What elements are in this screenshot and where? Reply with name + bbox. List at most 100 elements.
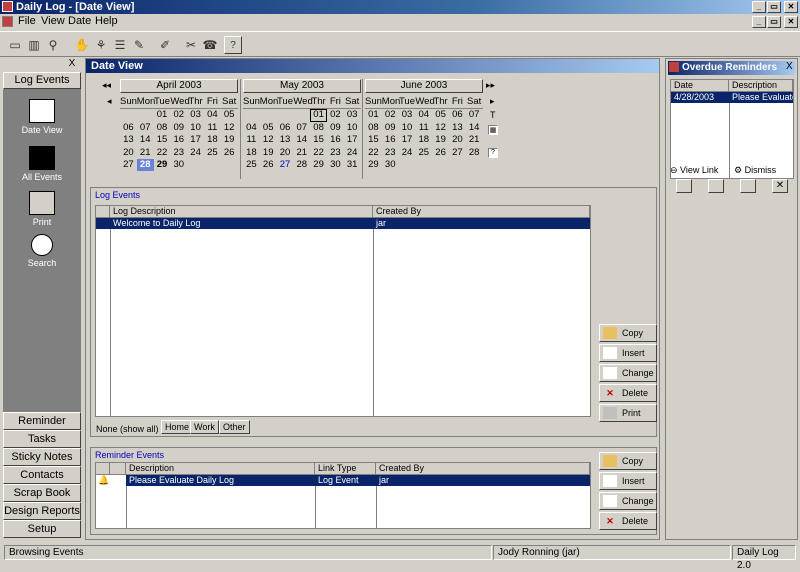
month-header[interactable]: April 2003 bbox=[120, 79, 238, 93]
day-cell[interactable]: 08 bbox=[365, 122, 382, 134]
table-row[interactable]: 4/28/2003 Please Evaluate bbox=[671, 92, 793, 103]
day-cell[interactable]: 02 bbox=[382, 109, 399, 121]
day-cell[interactable]: 12 bbox=[432, 122, 449, 134]
nav-tasks[interactable]: Tasks bbox=[3, 430, 81, 448]
day-cell[interactable]: 24 bbox=[344, 147, 361, 159]
day-cell[interactable]: 21 bbox=[466, 134, 483, 146]
insert-icon[interactable] bbox=[708, 179, 724, 193]
delete-icon[interactable]: ✕ bbox=[772, 179, 788, 193]
day-cell[interactable]: 01 bbox=[365, 109, 382, 121]
day-cell[interactable]: 14 bbox=[466, 122, 483, 134]
day-cell[interactable]: 27 bbox=[277, 159, 294, 171]
day-cell[interactable]: 09 bbox=[382, 122, 399, 134]
copy-icon[interactable] bbox=[676, 179, 692, 193]
day-cell[interactable]: 16 bbox=[327, 134, 344, 146]
tab-home[interactable]: Home bbox=[161, 420, 194, 434]
day-cell[interactable]: 10 bbox=[187, 122, 204, 134]
change-button[interactable]: Change bbox=[599, 364, 657, 382]
day-cell[interactable]: 18 bbox=[243, 147, 260, 159]
day-cell[interactable]: 20 bbox=[120, 147, 137, 159]
day-cell[interactable]: 04 bbox=[415, 109, 432, 121]
reminder-insert-button[interactable]: Insert bbox=[599, 472, 657, 490]
day-cell[interactable]: 11 bbox=[204, 122, 221, 134]
day-cell[interactable]: 07 bbox=[293, 122, 310, 134]
day-cell[interactable]: 29 bbox=[365, 159, 382, 171]
hand-icon[interactable]: ✋ bbox=[73, 36, 91, 54]
book-icon[interactable]: ▥ bbox=[25, 36, 43, 54]
day-cell[interactable]: 28 bbox=[293, 159, 310, 171]
day-cell[interactable]: 30 bbox=[382, 159, 399, 171]
day-cell[interactable]: 23 bbox=[327, 147, 344, 159]
reminder-copy-button[interactable]: Copy bbox=[599, 452, 657, 470]
column-header[interactable]: Description bbox=[729, 80, 793, 92]
today-button[interactable]: T bbox=[490, 110, 496, 120]
day-cell[interactable]: 06 bbox=[449, 109, 466, 121]
minimize-button[interactable]: _ bbox=[752, 1, 766, 13]
day-cell[interactable]: 04 bbox=[243, 122, 260, 134]
day-cell[interactable]: 22 bbox=[154, 147, 171, 159]
next-month-icon[interactable]: ▸ bbox=[490, 96, 495, 107]
day-cell[interactable]: 05 bbox=[260, 122, 277, 134]
day-cell[interactable]: 09 bbox=[327, 122, 344, 134]
help-small-icon[interactable]: ? bbox=[488, 148, 498, 158]
nav-setup[interactable]: Setup bbox=[3, 520, 81, 538]
day-cell[interactable]: 18 bbox=[415, 134, 432, 146]
day-cell[interactable]: 16 bbox=[382, 134, 399, 146]
day-cell[interactable]: 19 bbox=[260, 147, 277, 159]
day-cell[interactable]: 11 bbox=[415, 122, 432, 134]
child-minimize-button[interactable]: _ bbox=[752, 16, 766, 28]
tab-work[interactable]: Work bbox=[190, 420, 219, 434]
day-cell[interactable]: 07 bbox=[466, 109, 483, 121]
reminder-change-button[interactable]: Change bbox=[599, 492, 657, 510]
day-cell[interactable]: 02 bbox=[327, 109, 344, 121]
day-cell[interactable]: 04 bbox=[204, 109, 221, 121]
table-row[interactable]: Welcome to Daily Log jar bbox=[96, 218, 590, 229]
day-cell[interactable]: 13 bbox=[120, 134, 137, 146]
day-cell[interactable]: 25 bbox=[243, 159, 260, 171]
delete-button[interactable]: ✕ Delete bbox=[599, 384, 657, 402]
column-header[interactable]: Description bbox=[126, 463, 315, 475]
maximize-button[interactable]: ▭ bbox=[767, 1, 781, 13]
day-cell[interactable]: 03 bbox=[344, 109, 361, 121]
day-cell[interactable]: 09 bbox=[170, 122, 187, 134]
day-cell[interactable]: 03 bbox=[187, 109, 204, 121]
day-cell[interactable]: 01 bbox=[154, 109, 171, 121]
day-cell[interactable]: 25 bbox=[415, 147, 432, 159]
day-cell[interactable]: 17 bbox=[344, 134, 361, 146]
menu-view[interactable]: View bbox=[41, 15, 65, 27]
design-icon[interactable]: ✐ bbox=[156, 36, 174, 54]
contacts-icon[interactable]: ☎ bbox=[201, 36, 219, 54]
reminder-delete-button[interactable]: ✕ Delete bbox=[599, 512, 657, 530]
column-header[interactable]: Created By bbox=[376, 463, 590, 475]
table-row[interactable]: Please Evaluate Daily Log Log Event jar bbox=[126, 475, 590, 486]
day-cell[interactable]: 05 bbox=[432, 109, 449, 121]
print-button[interactable]: Print bbox=[599, 404, 657, 422]
day-cell[interactable]: 30 bbox=[327, 159, 344, 171]
day-cell[interactable]: 21 bbox=[293, 147, 310, 159]
nav-reminder[interactable]: Reminder bbox=[3, 412, 81, 430]
day-cell[interactable]: 06 bbox=[277, 122, 294, 134]
magnifier-icon[interactable]: ⚲ bbox=[44, 36, 62, 54]
day-cell[interactable]: 11 bbox=[243, 134, 260, 146]
day-cell[interactable]: 19 bbox=[432, 134, 449, 146]
day-cell[interactable]: 16 bbox=[170, 134, 187, 146]
day-cell[interactable]: 05 bbox=[221, 109, 238, 121]
column-header[interactable]: Created By bbox=[373, 206, 590, 218]
dismiss-button[interactable]: ⚙ Dismiss bbox=[734, 165, 776, 176]
day-cell[interactable]: 12 bbox=[260, 134, 277, 146]
day-cell[interactable]: 28 bbox=[136, 159, 154, 172]
insert-button[interactable]: Insert bbox=[599, 344, 657, 362]
tasks-icon[interactable]: ☰ bbox=[111, 36, 129, 54]
menu-date[interactable]: Date bbox=[68, 15, 91, 27]
day-cell[interactable]: 20 bbox=[277, 147, 294, 159]
menu-file[interactable]: File bbox=[18, 15, 36, 27]
day-cell[interactable]: 01 bbox=[310, 109, 327, 122]
sidebar-item-search[interactable]: Search bbox=[3, 234, 81, 268]
day-cell[interactable]: 08 bbox=[310, 122, 327, 134]
menu-help[interactable]: Help bbox=[95, 15, 118, 27]
day-cell[interactable]: 12 bbox=[221, 122, 238, 134]
day-cell[interactable]: 27 bbox=[449, 147, 466, 159]
day-cell[interactable]: 20 bbox=[449, 134, 466, 146]
sidebar-item-all-events[interactable]: All Events bbox=[3, 146, 81, 182]
day-cell[interactable]: 29 bbox=[310, 159, 327, 171]
